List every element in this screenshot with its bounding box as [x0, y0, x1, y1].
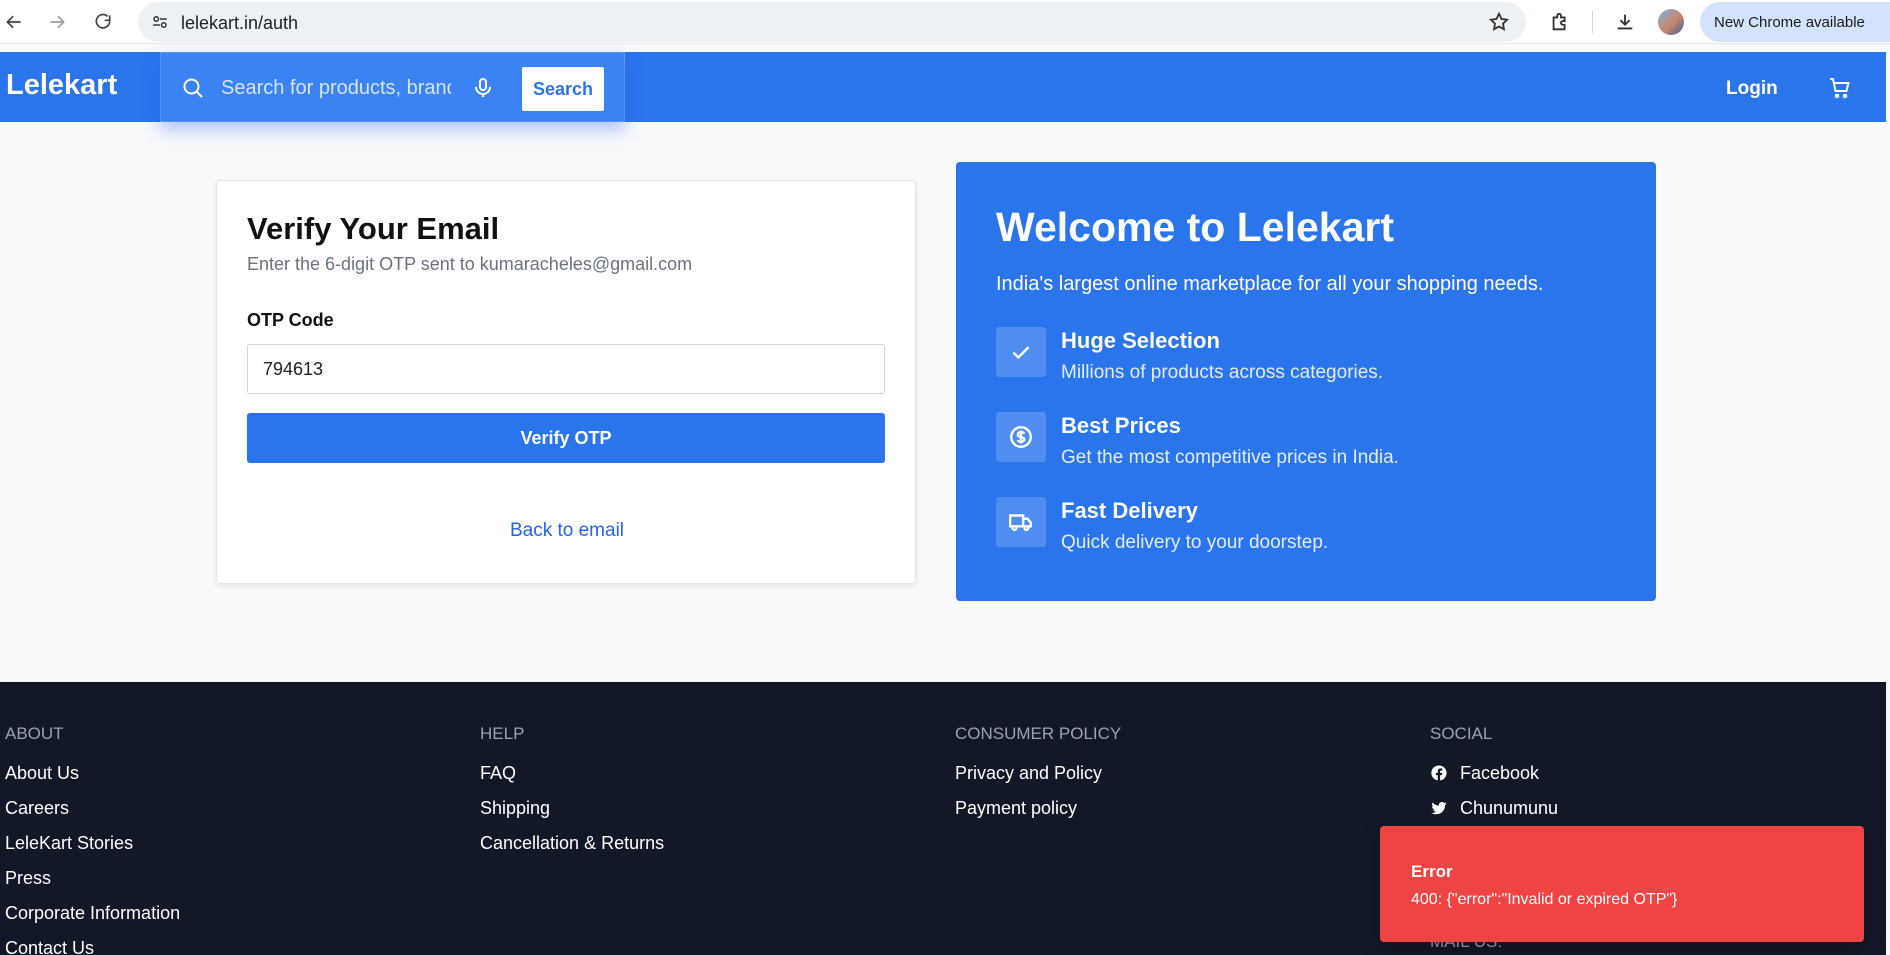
footer-social-title: SOCIAL: [1430, 724, 1493, 743]
footer-link-payment[interactable]: Payment policy: [955, 797, 1425, 832]
forward-icon[interactable]: [43, 8, 71, 36]
footer-link-shipping[interactable]: Shipping: [480, 797, 950, 832]
toast-title: Error: [1411, 862, 1453, 881]
feature-huge-selection: Huge Selection Millions of products acro…: [996, 327, 1616, 397]
address-bar[interactable]: lelekart.in/auth: [138, 2, 1526, 42]
footer-link-cancellation[interactable]: Cancellation & Returns: [480, 832, 950, 867]
cart-icon[interactable]: [1828, 76, 1854, 102]
search-bar: Search: [160, 52, 625, 122]
footer-link-facebook[interactable]: Facebook: [1430, 762, 1870, 797]
toast-message: 400: {"error":"Invalid or expired OTP"}: [1411, 891, 1678, 908]
verify-otp-button[interactable]: Verify OTP: [247, 413, 885, 463]
feature-title: Best Prices: [1061, 413, 1181, 438]
feature-title: Huge Selection: [1061, 328, 1220, 353]
check-icon: [996, 327, 1046, 377]
feature-best-prices: Best Prices Get the most competitive pri…: [996, 412, 1616, 482]
bookmark-star-icon[interactable]: [1488, 11, 1510, 33]
verify-email-card: Verify Your Email Enter the 6-digit OTP …: [216, 180, 916, 584]
footer-about-title: ABOUT: [5, 724, 64, 743]
search-input[interactable]: [221, 75, 451, 101]
chrome-update-label: New Chrome available: [1714, 14, 1865, 31]
footer-link-stories[interactable]: LeleKart Stories: [5, 832, 475, 867]
footer-link-press[interactable]: Press: [5, 867, 475, 902]
site-info-icon[interactable]: [148, 10, 172, 34]
download-icon[interactable]: [1612, 9, 1638, 35]
verify-subtitle: Enter the 6-digit OTP sent to kumarachel…: [247, 254, 693, 274]
twitter-icon: [1431, 802, 1447, 815]
extensions-icon[interactable]: [1547, 9, 1573, 35]
feature-title: Fast Delivery: [1061, 498, 1198, 523]
footer-help-title: HELP: [480, 724, 525, 743]
feature-fast-delivery: Fast Delivery Quick delivery to your doo…: [996, 497, 1616, 567]
feature-description: Millions of products across categories.: [1061, 362, 1384, 383]
footer-about-column: ABOUT About Us Careers LeleKart Stories …: [5, 724, 475, 955]
chrome-update-button[interactable]: New Chrome available: [1700, 2, 1890, 42]
footer-link-privacy[interactable]: Privacy and Policy: [955, 762, 1425, 797]
footer-help-column: HELP FAQ Shipping Cancellation & Returns: [480, 724, 950, 867]
reload-icon[interactable]: [89, 8, 117, 36]
footer-link-careers[interactable]: Careers: [5, 797, 475, 832]
footer-policy-title: CONSUMER POLICY: [955, 724, 1122, 743]
verify-title: Verify Your Email: [247, 211, 500, 246]
login-link[interactable]: Login: [1726, 78, 1778, 100]
footer-link-corporate[interactable]: Corporate Information: [5, 902, 475, 937]
error-toast[interactable]: Error 400: {"error":"Invalid or expired …: [1380, 826, 1864, 942]
footer-policy-column: CONSUMER POLICY Privacy and Policy Payme…: [955, 724, 1425, 832]
welcome-title: Welcome to Lelekart: [996, 204, 1394, 250]
welcome-panel: Welcome to Lelekart India's largest onli…: [956, 162, 1656, 601]
footer-social-column: SOCIAL Facebook Chunumunu: [1430, 724, 1870, 832]
dollar-icon: [996, 412, 1046, 462]
facebook-label: Facebook: [1460, 763, 1540, 783]
browser-toolbar: lelekart.in/auth New Chrome available: [0, 0, 1890, 44]
footer-link-about-us[interactable]: About Us: [5, 762, 475, 797]
toolbar-divider: [1592, 11, 1593, 33]
feature-description: Get the most competitive prices in India…: [1061, 447, 1399, 468]
facebook-icon: [1431, 765, 1447, 781]
welcome-subtitle: India's largest online marketplace for a…: [996, 273, 1544, 295]
microphone-icon[interactable]: [471, 76, 495, 100]
feature-description: Quick delivery to your doorstep.: [1061, 532, 1329, 553]
footer-link-faq[interactable]: FAQ: [480, 762, 950, 797]
otp-label: OTP Code: [247, 310, 334, 330]
back-icon[interactable]: [0, 8, 28, 36]
chunumunu-label: Chunumunu: [1460, 798, 1559, 818]
back-to-email-link[interactable]: Back to email: [217, 520, 917, 542]
profile-avatar[interactable]: [1658, 9, 1684, 35]
footer-link-contact[interactable]: Contact Us: [5, 937, 475, 955]
truck-icon: [996, 497, 1046, 547]
site-logo[interactable]: Lelekart: [6, 69, 117, 102]
otp-input[interactable]: [247, 344, 885, 394]
search-button[interactable]: Search: [522, 67, 604, 111]
url-text[interactable]: lelekart.in/auth: [181, 13, 298, 34]
search-icon: [181, 76, 205, 100]
